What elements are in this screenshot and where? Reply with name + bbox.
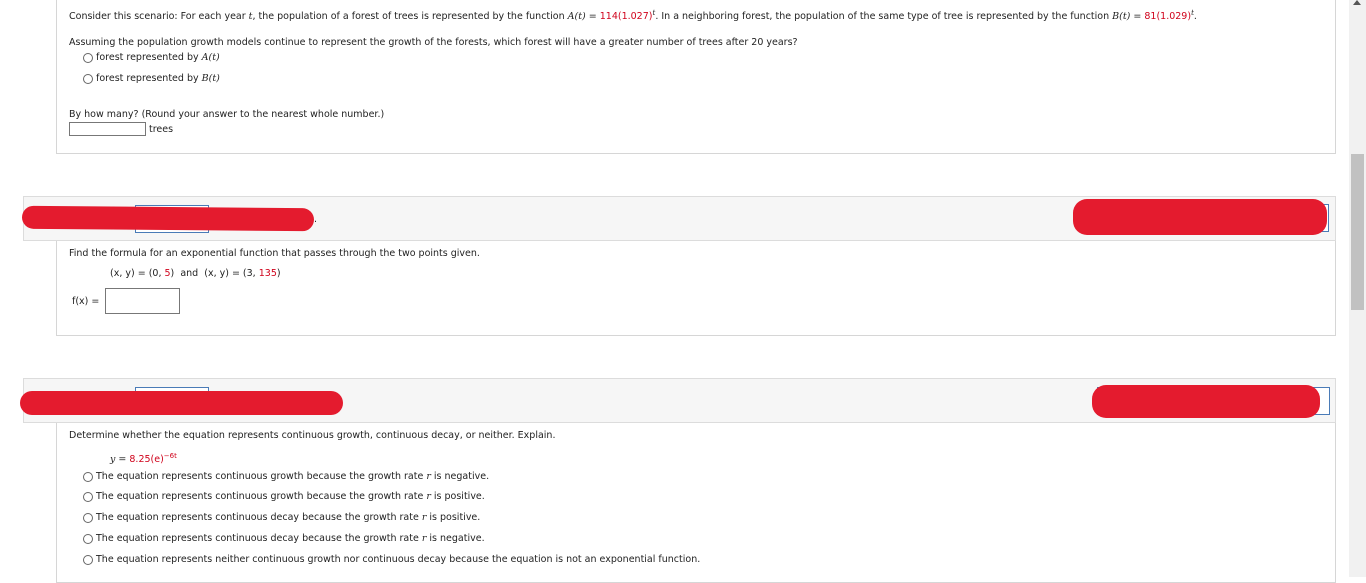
redaction-mark (1092, 385, 1320, 418)
redaction-mark (21, 205, 315, 232)
q2-formula-input[interactable] (105, 288, 180, 314)
question-2-card: Find the formula for an exponential func… (56, 241, 1336, 336)
q3-option-1-label[interactable]: The equation represents continuous growt… (96, 471, 489, 483)
q1-by-how-many: By how many? (Round your answer to the n… (69, 109, 385, 120)
q3-option-2-radio[interactable] (83, 492, 93, 502)
q3-prompt: Determine whether the equation represent… (69, 430, 556, 441)
q1-func-a-value: 114(1.027) (599, 11, 653, 23)
q1-answer-input[interactable] (69, 122, 146, 136)
q2-points: (x, y) = (0, 5) and (x, y) = (3, 135) (110, 268, 281, 279)
question-1-card: Consider this scenario: For each year t,… (56, 0, 1336, 154)
q3-option-2-label[interactable]: The equation represents continuous growt… (96, 491, 485, 503)
q3-option-4-label[interactable]: The equation represents continuous decay… (96, 533, 485, 545)
page-content: Consider this scenario: For each year t,… (0, 0, 1348, 583)
q3-option-5-label[interactable]: The equation represents neither continuo… (96, 554, 700, 566)
q1-option-b-label[interactable]: forest represented by B(t) (96, 73, 220, 85)
q1-option-a-label[interactable]: forest represented by A(t) (96, 52, 220, 64)
q1-option-b-radio[interactable] (83, 74, 93, 84)
q3-equation: y = 8.25(e)−6t (110, 452, 177, 466)
q2-prompt: Find the formula for an exponential func… (69, 248, 480, 259)
q1-func-b-value: 81(1.029) (1144, 11, 1192, 23)
redaction-mark (1073, 199, 1327, 235)
q2-fx-label: f(x) = (72, 296, 100, 307)
q1-question: Assuming the population growth models co… (69, 37, 798, 48)
q1-scenario: Consider this scenario: For each year t,… (69, 9, 1197, 23)
q3-option-3-label[interactable]: The equation represents continuous decay… (96, 512, 480, 524)
q3-option-3-radio[interactable] (83, 513, 93, 523)
scrollbar-thumb[interactable] (1351, 154, 1364, 310)
scroll-up-arrow-icon[interactable] (1353, 0, 1361, 5)
question-3-card: Determine whether the equation represent… (56, 423, 1336, 583)
redaction-mark (20, 391, 343, 415)
q3-option-5-radio[interactable] (83, 555, 93, 565)
q3-option-4-radio[interactable] (83, 534, 93, 544)
q1-option-a-radio[interactable] (83, 53, 93, 63)
q1-unit-label: trees (149, 124, 174, 135)
vertical-scrollbar[interactable] (1349, 0, 1366, 577)
q3-option-1-radio[interactable] (83, 472, 93, 482)
